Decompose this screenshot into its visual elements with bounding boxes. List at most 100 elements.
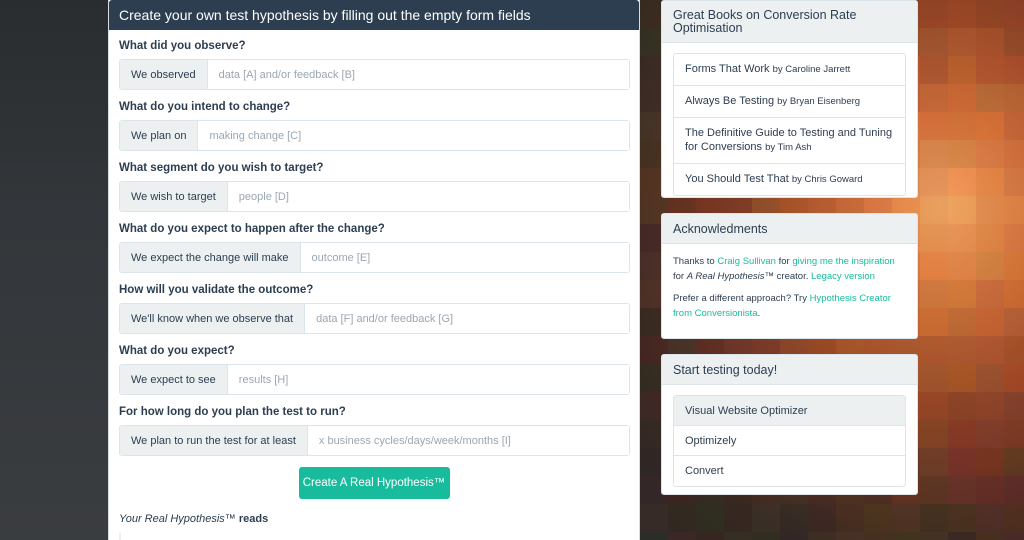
background-pixel (920, 308, 948, 336)
segment-input[interactable] (227, 182, 629, 211)
acknowledgments-panel: Acknowledments Thanks to Craig Sullivan … (661, 213, 918, 339)
results-input[interactable] (227, 365, 629, 394)
testing-tools-list: Visual Website Optimizer Optimizely Conv… (673, 395, 906, 487)
input-addon: We expect the change will make (120, 243, 301, 272)
background-pixel (1004, 420, 1024, 448)
background-pixel (920, 476, 948, 504)
background-pixel (752, 504, 780, 532)
input-addon: We'll know when we observe that (120, 304, 306, 333)
background-pixel (948, 308, 976, 336)
background-pixel (948, 448, 976, 476)
question-label: For how long do you plan the test to run… (119, 406, 346, 418)
start-testing-title: Start testing today! (662, 355, 917, 385)
background-pixel (864, 532, 892, 540)
background-pixel (948, 112, 976, 140)
book-item[interactable]: Always Be Testing by Bryan Eisenberg (674, 86, 905, 118)
book-item[interactable]: You Should Test That by Chris Goward (674, 164, 905, 195)
background-pixel (920, 84, 948, 112)
book-author: by Caroline Jarrett (772, 64, 851, 75)
book-title: You Should Test That (685, 173, 789, 185)
background-pixel (948, 224, 976, 252)
background-pixel (724, 504, 752, 532)
validate-input[interactable] (305, 304, 629, 333)
background-pixel (1004, 280, 1024, 308)
background-pixel (668, 504, 696, 532)
background-pixel (976, 168, 1004, 196)
book-author: by Bryan Eisenberg (777, 96, 861, 107)
input-addon: We plan on (120, 121, 199, 150)
background-pixel (920, 448, 948, 476)
background-pixel (976, 56, 1004, 84)
question-label: What do you expect? (119, 345, 235, 357)
background-pixel (892, 532, 920, 540)
background-pixel (976, 364, 1004, 392)
background-pixel (864, 504, 892, 532)
for-text: for (673, 271, 685, 282)
background-pixel (948, 420, 976, 448)
question-change: What do you intend to change? We plan on (119, 101, 630, 151)
question-expect: What do you expect? We expect to see (119, 345, 630, 395)
background-pixel (948, 364, 976, 392)
background-pixel (920, 0, 948, 28)
background-pixel (920, 504, 948, 532)
background-pixel (948, 252, 976, 280)
tool-item-vwo[interactable]: Visual Website Optimizer (674, 396, 905, 426)
background-pixel (724, 532, 752, 540)
tool-item-optimizely[interactable]: Optimizely (674, 426, 905, 456)
input-addon: We wish to target (120, 182, 228, 211)
background-pixel (976, 84, 1004, 112)
question-label: What segment do you wish to target? (119, 162, 324, 174)
background-pixel (948, 0, 976, 28)
inspiration-link[interactable]: giving me the inspiration (792, 256, 894, 267)
book-title: Always Be Testing (685, 95, 775, 107)
background-pixel (1004, 84, 1024, 112)
craig-sullivan-link[interactable]: Craig Sullivan (717, 256, 776, 267)
background-pixel (1004, 168, 1024, 196)
outcome-input[interactable] (300, 243, 629, 272)
duration-input[interactable] (307, 426, 629, 455)
background-pixel (948, 336, 976, 364)
background-pixel (976, 476, 1004, 504)
books-panel-title: Great Books on Conversion Rate Optimisat… (662, 1, 917, 43)
background-pixel (948, 56, 976, 84)
background-pixel (808, 504, 836, 532)
background-pixel (1004, 504, 1024, 532)
outcome-input-group: We expect the change will make (119, 242, 630, 273)
change-input[interactable] (198, 121, 629, 150)
background-pixel (948, 532, 976, 540)
create-hypothesis-button[interactable]: Create A Real Hypothesis™ (298, 467, 450, 499)
book-title: Forms That Work (685, 63, 770, 75)
background-pixel (976, 140, 1004, 168)
period-text: . (757, 308, 761, 319)
input-addon: We plan to run the test for at least (120, 426, 308, 455)
background-pixel (948, 140, 976, 168)
reads-suffix: reads (238, 513, 269, 525)
background-pixel (780, 504, 808, 532)
background-pixel (976, 252, 1004, 280)
book-item[interactable]: Forms That Work by Caroline Jarrett (674, 54, 905, 86)
background-pixel (948, 280, 976, 308)
question-label: What did you observe? (119, 40, 246, 52)
background-pixel (920, 280, 948, 308)
background-pixel (948, 476, 976, 504)
book-item[interactable]: The Definitive Guide to Testing and Tuni… (674, 118, 905, 164)
books-panel: Great Books on Conversion Rate Optimisat… (661, 0, 918, 198)
background-pixel (920, 168, 948, 196)
legacy-version-link[interactable]: Legacy version (811, 271, 875, 282)
background-pixel (640, 532, 668, 540)
observe-input[interactable] (207, 60, 629, 89)
background-pixel (1004, 308, 1024, 336)
background-pixel (752, 532, 780, 540)
background-pixel (976, 112, 1004, 140)
change-input-group: We plan on (119, 120, 630, 151)
tool-item-convert[interactable]: Convert (674, 456, 905, 486)
form-header: Create your own test hypothesis by filli… (109, 0, 639, 30)
hypothesis-reads-label: Your Real Hypothesis™ reads (119, 513, 629, 525)
background-pixel (920, 392, 948, 420)
duration-input-group: We plan to run the test for at least (119, 425, 630, 456)
background-pixel (836, 504, 864, 532)
question-outcome: What do you expect to happen after the c… (119, 223, 630, 273)
background-pixel (1004, 336, 1024, 364)
question-observe: What did you observe? We observed (119, 40, 630, 90)
reads-prefix: Your Real Hypothesis™ (119, 513, 236, 525)
